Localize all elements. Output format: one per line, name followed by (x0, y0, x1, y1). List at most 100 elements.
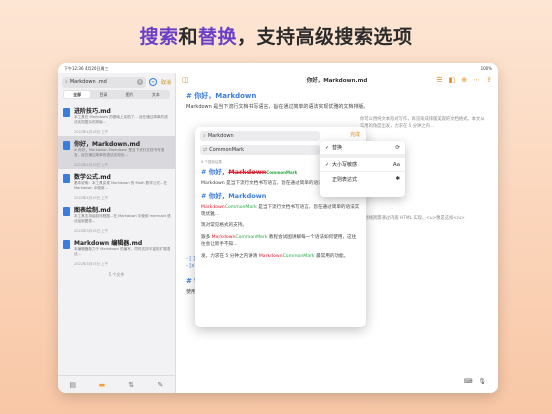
result-title: 进阶技巧.md (74, 108, 111, 115)
preview-new: CommonMark (235, 235, 268, 240)
editor-toolbar: ◫ 你好，Markdown.md ☰ ◧ ⊕ ⋯ ⇪ (176, 73, 498, 87)
headline-part4: ，支持高级搜索选项 (237, 26, 413, 48)
menu-item-label: 正则表达式 (332, 176, 358, 183)
preview-line: 跟多 MarkdownCommonMark 教程会试图讲解每一个语法如何使用，这… (201, 234, 360, 248)
preview-pre: 跟多 (201, 235, 212, 240)
menu-item-label: 替换 (332, 145, 343, 151)
sidebar: ⌕ Markdown .md × ≡ 取消 全部 目录 图片 文本 进阶技巧.m… (58, 73, 176, 393)
preview-heading-new: CommonMark (266, 170, 298, 175)
replace-icon: ⇄ (203, 147, 208, 153)
result-date: 2022年4月19日 上午 (74, 196, 109, 200)
headline-part3: 替换 (198, 26, 238, 48)
search-icon: ⌕ (203, 133, 206, 139)
sidebar-search-value: Markdown .md (69, 79, 107, 85)
preview-old: Markdown (211, 235, 236, 240)
result-count: 5 个文件 (108, 272, 125, 277)
result-snippet: 本编辑器致力于 Markdown 的编写，同时支持丰富的扩展语法... (74, 247, 171, 256)
menu-item-case-sensitive[interactable]: ✓ 大小写敏感 Aa (320, 158, 405, 172)
list-item[interactable]: 图表绘制.md 本工具支持绘制流程图...在 Markdown 中使用 merm… (58, 202, 175, 235)
sort-icon[interactable]: ⇅ (127, 381, 135, 389)
preview-new: CommonMark (282, 254, 315, 259)
preview-new: CommonMark (224, 205, 257, 210)
headline: 搜索和替换，支持高级搜索选项 (0, 22, 552, 49)
result-snippet: 本工具支持绘制流程图...在 Markdown 中使用 mermaid 语法绘制… (74, 214, 171, 223)
document-title: 你好，Markdown.md (306, 78, 368, 84)
result-title: 图表绘制.md (74, 207, 111, 214)
status-battery: 100% (480, 66, 492, 71)
result-snippet: # 你好，Markdown Markdown 是当下流行文档书写语言，旨在通过简… (74, 148, 165, 157)
preview-line: MarkdownCommonMark 是当下流行文档书写语言，旨在通过简单的语法… (201, 204, 360, 218)
preview-rest: 最常用的功能。 (314, 254, 349, 259)
status-bar: 下午12:36 4月20日周三 100% (58, 63, 498, 73)
paragraph: Markdown 是当下流行文档书写语言，旨在通过简单的语法实现优雅的文档排版。 (186, 104, 369, 110)
list-item[interactable]: 数学公式.md 基本说明：本工具实现 Markdown 的 Math 数学公式.… (58, 169, 175, 202)
document-icon (63, 240, 70, 249)
clear-icon[interactable]: × (136, 79, 143, 85)
search-options-menu: ✓ 替换 ⟳ ✓ 大小写敏感 Aa 正则表达式 ✱ (320, 141, 405, 197)
document-icon (63, 141, 70, 150)
find-input[interactable]: ⌕ Markdown (200, 131, 320, 141)
list-item[interactable]: Markdown 编辑器.md 本编辑器致力于 Markdown 的编写，同时支… (58, 235, 175, 268)
headline-part1: 搜索 (139, 26, 179, 48)
ipad-screen: 下午12:36 4月20日周三 100% ⌕ Markdown .md × ≡ … (58, 63, 498, 393)
find-result-count: 8 个搜索结果 (201, 160, 222, 164)
replace-value: CommonMark (209, 147, 245, 153)
search-results-list: 进阶技巧.md 本工具在 Markdown 的基础上实现了... 旨在通过简单的… (58, 103, 175, 278)
sidebar-search-row: ⌕ Markdown .md × ≡ 取消 (62, 76, 171, 88)
preview-line: 发。力求在 5 分钟之内讲清 MarkdownCommonMark 最常用的功能… (201, 253, 360, 260)
search-scope-segmented-control: 全部 目录 图片 文本 (63, 90, 170, 99)
sidebar-toolbar: ▤ ▬ ⇅ ✎ (58, 375, 175, 393)
keyboard-icon[interactable]: ⌨ (464, 378, 473, 385)
menu-item-regex[interactable]: 正则表达式 ✱ (320, 172, 405, 186)
document-icon (63, 174, 70, 183)
filter-icon[interactable]: ≡ (148, 78, 157, 86)
microphone-icon[interactable]: 🎙 (478, 378, 486, 385)
done-button[interactable]: 完成 (350, 131, 360, 138)
list-item[interactable]: 你好，Markdown.md # 你好，Markdown Markdown 是当… (58, 136, 175, 169)
regex-icon: ✱ (395, 176, 400, 182)
result-snippet: 本工具在 Markdown 的基础上实现了... 旨在通过简单的语法实现复杂的排… (74, 115, 168, 124)
menu-item-label: 大小写敏感 (332, 162, 358, 168)
checkmark-icon: ✓ (325, 161, 330, 168)
segment-directory[interactable]: 目录 (90, 91, 116, 98)
folder-icon[interactable]: ▬ (98, 381, 106, 389)
result-title: Markdown 编辑器.md (74, 240, 143, 247)
document-icon (63, 207, 70, 216)
preview-heading-prefix: # 你好， (201, 168, 229, 176)
replace-input[interactable]: ⇄ CommonMark (200, 145, 320, 155)
case-icon: Aa (392, 161, 400, 168)
result-date: 2022年3月15日 上午 (74, 229, 109, 233)
replace-icon: ⟳ (395, 144, 400, 151)
archive-icon[interactable]: ▤ (69, 381, 77, 389)
segment-all[interactable]: 全部 (64, 91, 91, 98)
result-date: 2022年4月18日 上午 (74, 130, 109, 134)
search-icon: ⌕ (65, 79, 68, 85)
headline-part2: 和 (178, 26, 198, 48)
replace-row: ⇄ CommonMark (200, 145, 320, 155)
preview-pre: 发。力求在 5 分钟之内讲清 (201, 254, 259, 259)
status-date: 4月20日周三 (84, 66, 109, 71)
result-date: 2022年3月15日 上午 (74, 262, 109, 266)
preview-heading-old: Markdown (228, 168, 267, 176)
new-file-icon[interactable]: ✎ (156, 381, 164, 389)
result-date: 2022年4月19日 上午 (74, 163, 109, 167)
find-row: ⌕ Markdown (200, 131, 320, 141)
status-time: 下午12:36 (64, 66, 84, 71)
list-item[interactable]: 进阶技巧.md 本工具在 Markdown 的基础上实现了... 旨在通过简单的… (58, 103, 175, 136)
preview-old: Markdown (258, 254, 283, 259)
sidebar-search-input[interactable]: ⌕ Markdown .md × (62, 76, 146, 88)
segment-text[interactable]: 文本 (143, 91, 169, 98)
heading: # 你好，Markdown (186, 92, 257, 100)
result-snippet: 基本说明：本工具实现 Markdown 的 Math 数学公式...在 Mark… (74, 181, 168, 190)
result-title: 数学公式.md (74, 174, 111, 181)
find-value: Markdown (207, 133, 234, 139)
checkmark-icon: ✓ (325, 144, 330, 151)
preview-old: Markdown (201, 205, 225, 210)
segment-images[interactable]: 图片 (117, 91, 143, 98)
result-title: 你好，Markdown.md (74, 141, 141, 148)
menu-item-replace[interactable]: ✓ 替换 ⟳ (320, 141, 405, 155)
preview-line: 现对常见格式的支持。 (201, 223, 247, 228)
document-icon (63, 108, 70, 117)
editor-bottom-controls: ⌨ 🎙 (464, 378, 486, 385)
cancel-button[interactable]: 取消 (161, 79, 171, 86)
